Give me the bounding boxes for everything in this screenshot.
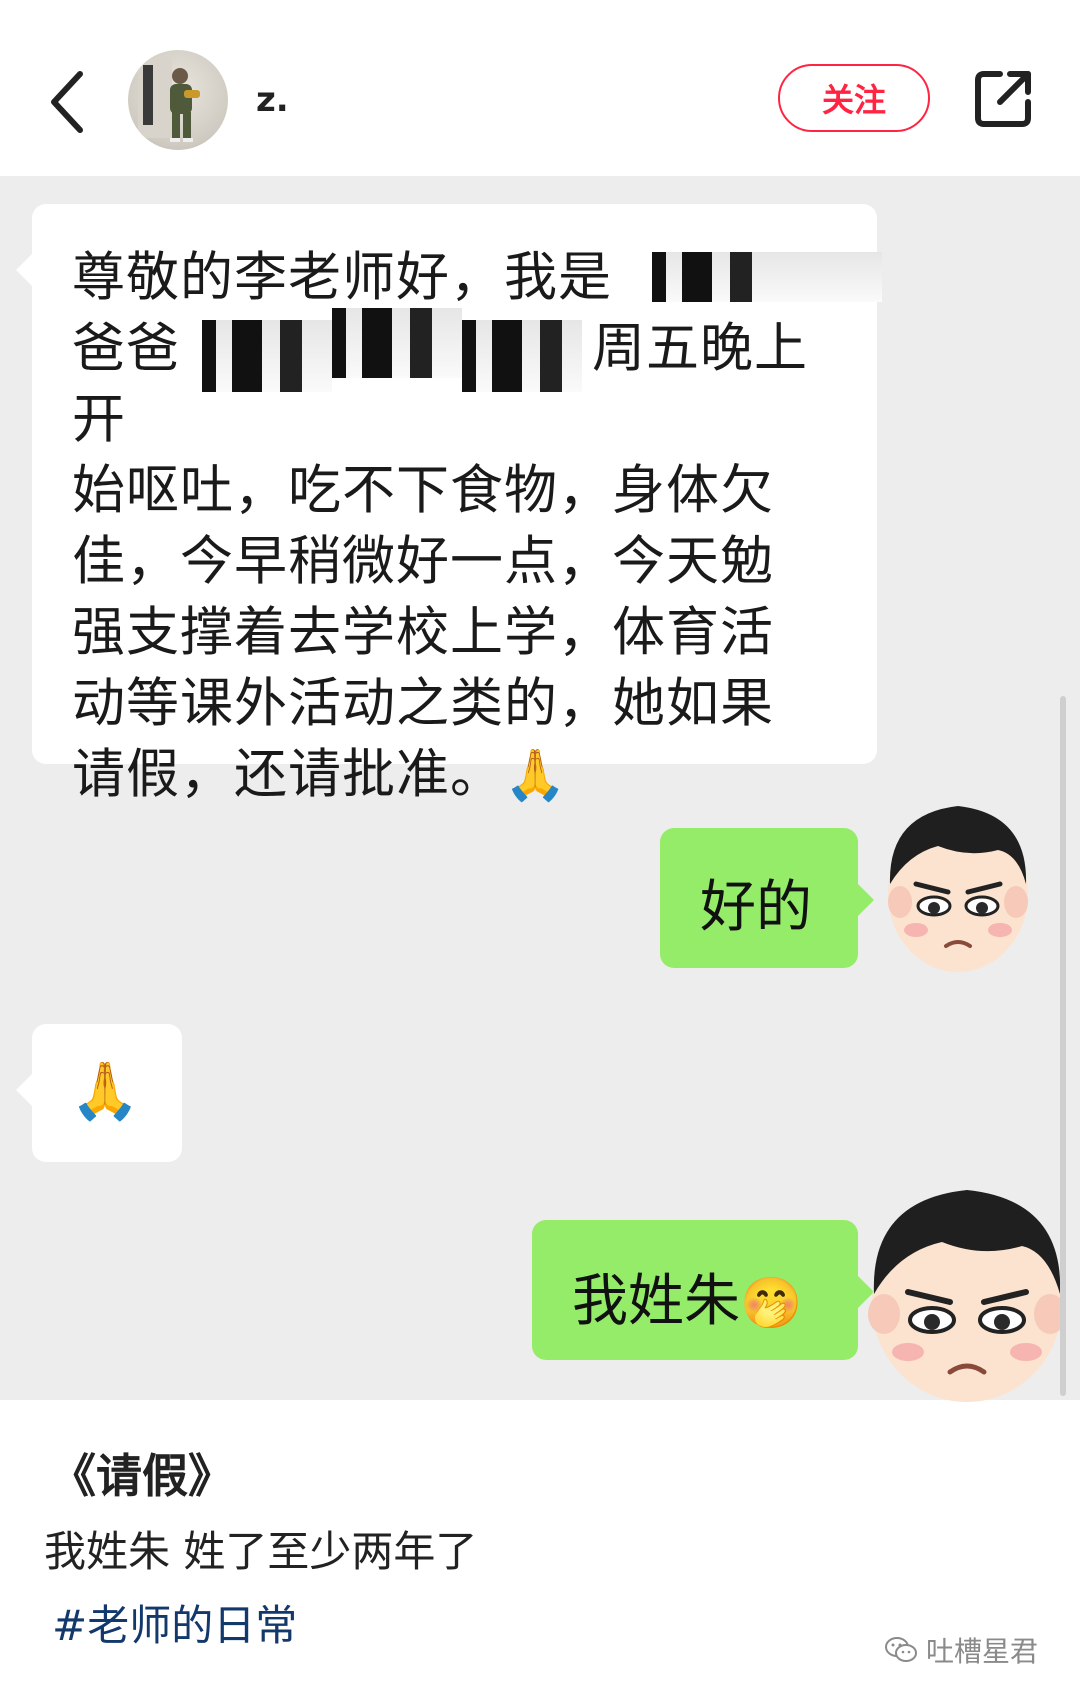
censor-mosaic [202,320,332,392]
cartoon-boy-face-icon [888,806,1028,972]
watermark: 吐槽星君 [884,1630,1038,1670]
censor-mosaic [462,320,582,392]
folded-hands-emoji: 🙏 [504,746,568,804]
message-text: 我姓朱🤭 [572,1256,802,1337]
share-icon [975,71,1031,127]
cartoon-avatar [858,1166,1076,1416]
message-line: 动等课外活动之类的，她如果 [72,673,774,734]
person-photo-icon [138,58,200,142]
back-button[interactable] [40,62,96,142]
chat-screenshot: 尊敬的李老师好，我是 爸爸 周五晚上开 始呕吐，吃不下食物，身体欠 佳，今早稍微好… [0,176,1080,1402]
watermark-text: 吐槽星君 [926,1635,1039,1668]
message-line: 强支撑着去学校上学，体育活 [72,602,774,663]
message-bubble-sent: 好的 [660,828,874,968]
post-body: 我姓朱 姓了至少两年了 [44,1527,478,1576]
folded-hands-emoji: 🙏 [70,1059,140,1124]
wechat-icon [885,1637,917,1662]
top-bar: z. 关注 [0,0,1080,176]
post-title: 《请假》 [50,1449,234,1503]
share-button[interactable] [970,66,1036,132]
censor-mosaic [332,308,462,378]
follow-button[interactable]: 关注 [778,64,930,132]
scrollbar[interactable] [1060,696,1066,1396]
message-line: 始呕吐，吃不下食物，身体欠 [72,460,774,521]
message-line: 爸爸 [72,318,180,379]
message-bubble-sent: 我姓朱🤭 [532,1220,874,1360]
author-avatar[interactable] [128,50,228,150]
message-text: 好的 [700,875,812,940]
message-line: 佳，今早稍微好一点，今天勉 [72,531,774,592]
cartoon-avatar [878,784,1038,984]
message-line: 我姓朱 [572,1269,740,1334]
cartoon-boy-face-icon [868,1190,1066,1402]
message-line: 请假，还请批准。 [72,744,504,805]
censor-mosaic [652,252,882,302]
hashtag-link[interactable]: #老师的日常 [52,1592,297,1653]
author-username[interactable]: z. [256,80,289,120]
hand-over-mouth-emoji: 🤭 [740,1274,803,1332]
message-line: 尊敬的李老师好，我是 [72,247,612,308]
message-bubble-received: 尊敬的李老师好，我是 爸爸 周五晚上开 始呕吐，吃不下食物，身体欠 佳，今早稍微好… [16,204,882,805]
chevron-left-icon [51,71,83,133]
message-bubble-received: 🙏 [16,1024,182,1162]
